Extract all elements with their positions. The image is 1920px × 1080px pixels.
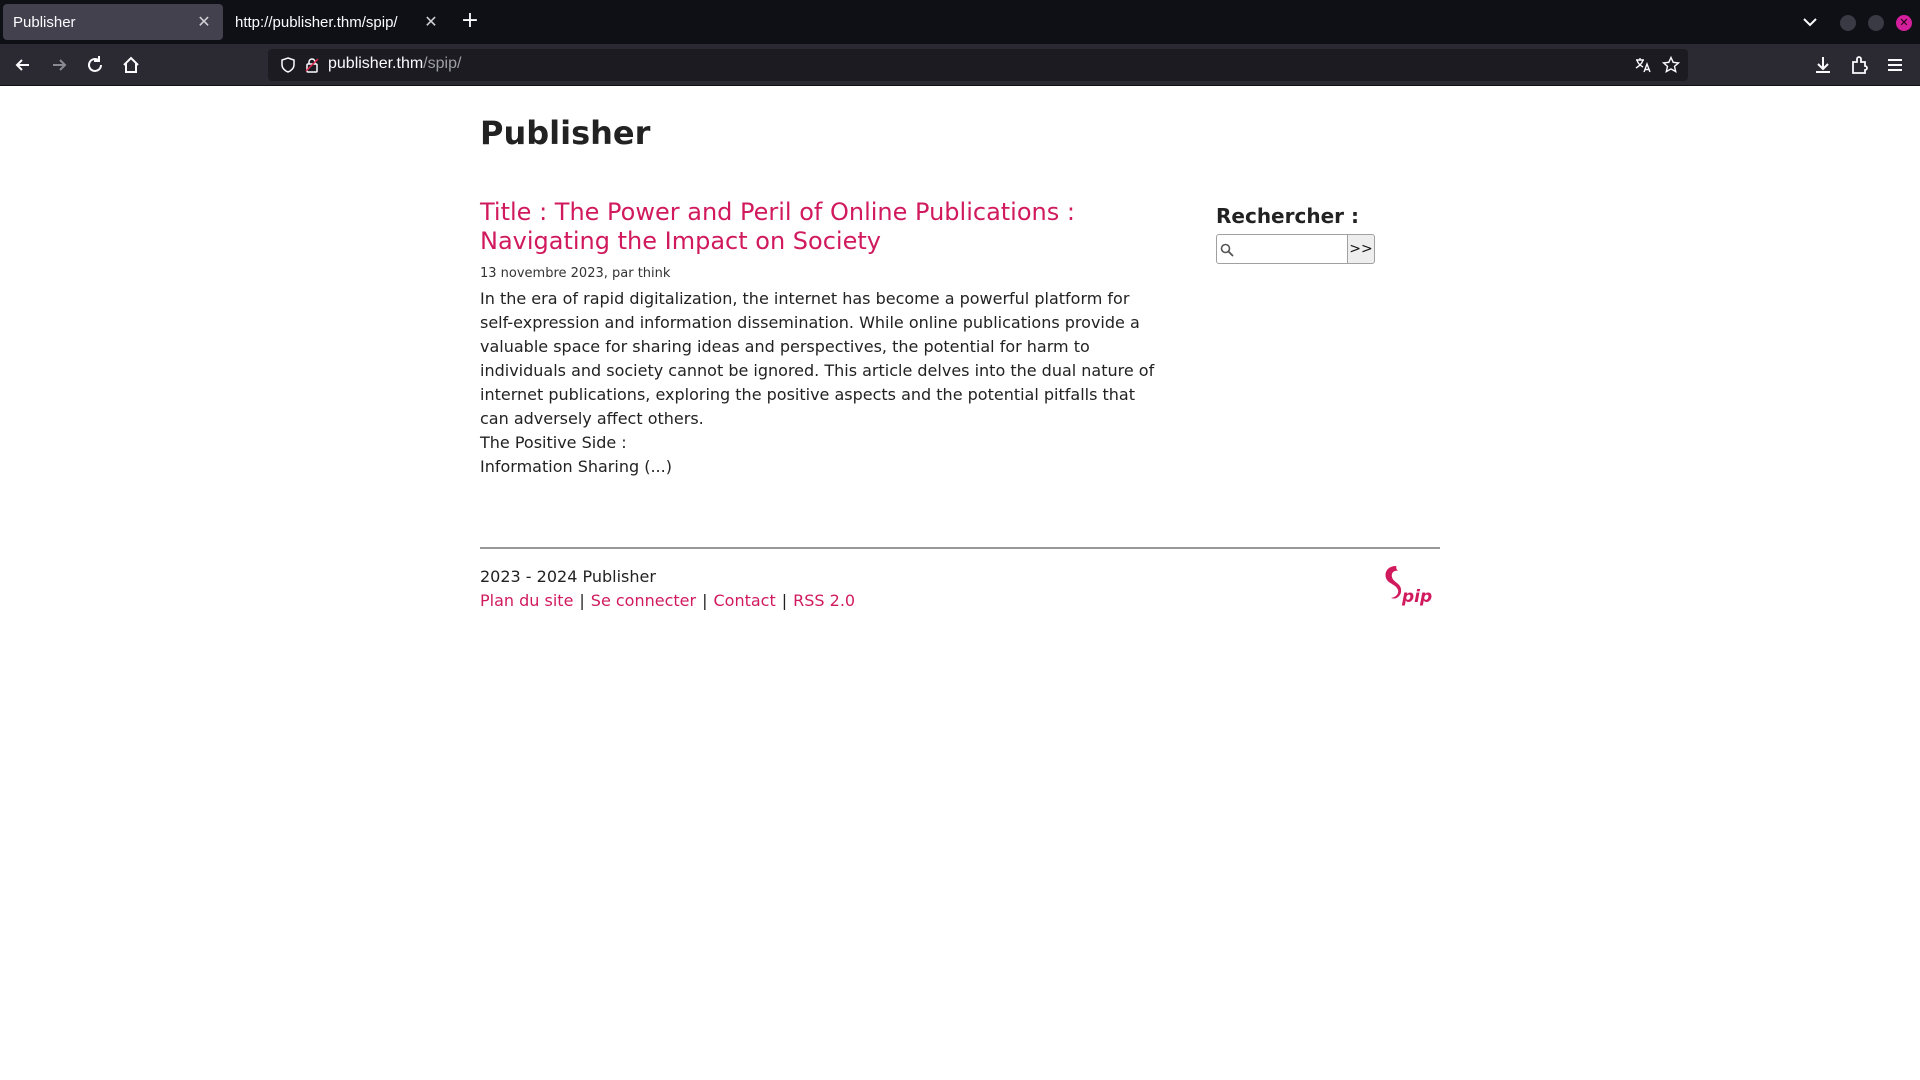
back-arrow-icon[interactable]: [12, 54, 34, 76]
article: Title : The Power and Peril of Online Pu…: [480, 198, 1160, 479]
search-submit-button[interactable]: >>: [1348, 234, 1375, 264]
site-title[interactable]: Publisher: [480, 114, 650, 152]
search-field[interactable]: [1216, 234, 1348, 264]
tab-close-icon[interactable]: ✕: [422, 12, 440, 32]
article-body: In the era of rapid digitalization, the …: [480, 287, 1160, 479]
downloads-icon[interactable]: [1812, 54, 1834, 76]
search-label: Rechercher :: [1216, 204, 1359, 228]
article-meta: 13 novembre 2023, par think: [480, 266, 671, 281]
tab-close-icon[interactable]: ✕: [195, 12, 213, 32]
browser-nav-bar: publisher.thm/spip/: [0, 44, 1920, 86]
lock-icon[interactable]: [304, 57, 320, 73]
footer-link-rss[interactable]: RSS 2.0: [793, 591, 855, 610]
menu-icon[interactable]: [1884, 54, 1906, 76]
spip-logo-icon[interactable]: pip: [1382, 564, 1438, 608]
article-paragraph: In the era of rapid digitalization, the …: [480, 289, 1155, 428]
maximize-window-icon[interactable]: [1868, 15, 1884, 31]
search-icon: [1220, 243, 1234, 257]
reload-icon[interactable]: [84, 54, 106, 76]
article-title-link[interactable]: Title : The Power and Peril of Online Pu…: [480, 198, 1160, 256]
tab-title: Publisher: [13, 13, 76, 31]
tab-spip-url[interactable]: http://publisher.thm/spip/ ✕: [225, 4, 450, 40]
tab-title: http://publisher.thm/spip/: [235, 13, 398, 31]
footer-links: Plan du site | Se connecter | Contact | RSS 2.…: [480, 591, 855, 610]
translate-icon[interactable]: [1634, 56, 1652, 74]
minimize-window-icon[interactable]: [1840, 15, 1856, 31]
article-paragraph: The Positive Side :: [480, 433, 627, 452]
extensions-icon[interactable]: [1848, 54, 1870, 76]
footer-copyright: 2023 - 2024 Publisher: [480, 567, 656, 586]
search-form: Rechercher : >>: [1216, 204, 1436, 264]
search-row: >>: [1216, 234, 1436, 264]
footer-link-se-connecter[interactable]: Se connecter: [591, 591, 696, 610]
tab-publisher[interactable]: Publisher ✕: [3, 4, 223, 40]
browser-tab-bar: Publisher ✕ http://publisher.thm/spip/ ✕…: [0, 0, 1920, 44]
url-host: publisher.thm: [328, 55, 424, 72]
url-text[interactable]: publisher.thm/spip/: [328, 55, 461, 73]
forward-arrow-icon[interactable]: [48, 54, 70, 76]
footer-divider: [480, 547, 1440, 549]
article-paragraph: Information Sharing (...): [480, 457, 672, 476]
footer-link-contact[interactable]: Contact: [713, 591, 775, 610]
new-tab-icon[interactable]: +: [458, 10, 482, 34]
footer-link-plan-du-site[interactable]: Plan du site: [480, 591, 573, 610]
home-icon[interactable]: [120, 54, 142, 76]
bookmark-star-icon[interactable]: [1662, 56, 1680, 74]
url-path: /spip/: [423, 55, 462, 72]
footer-separator: |: [702, 591, 708, 610]
shield-icon[interactable]: [280, 57, 296, 73]
close-window-icon[interactable]: ✕: [1896, 15, 1912, 31]
search-input[interactable]: [1237, 237, 1345, 261]
svg-text:pip: pip: [1401, 587, 1432, 607]
list-all-tabs-icon[interactable]: [1800, 13, 1820, 31]
footer-separator: |: [781, 591, 788, 610]
url-bar[interactable]: publisher.thm/spip/: [268, 49, 1688, 81]
footer-separator: |: [579, 591, 585, 610]
